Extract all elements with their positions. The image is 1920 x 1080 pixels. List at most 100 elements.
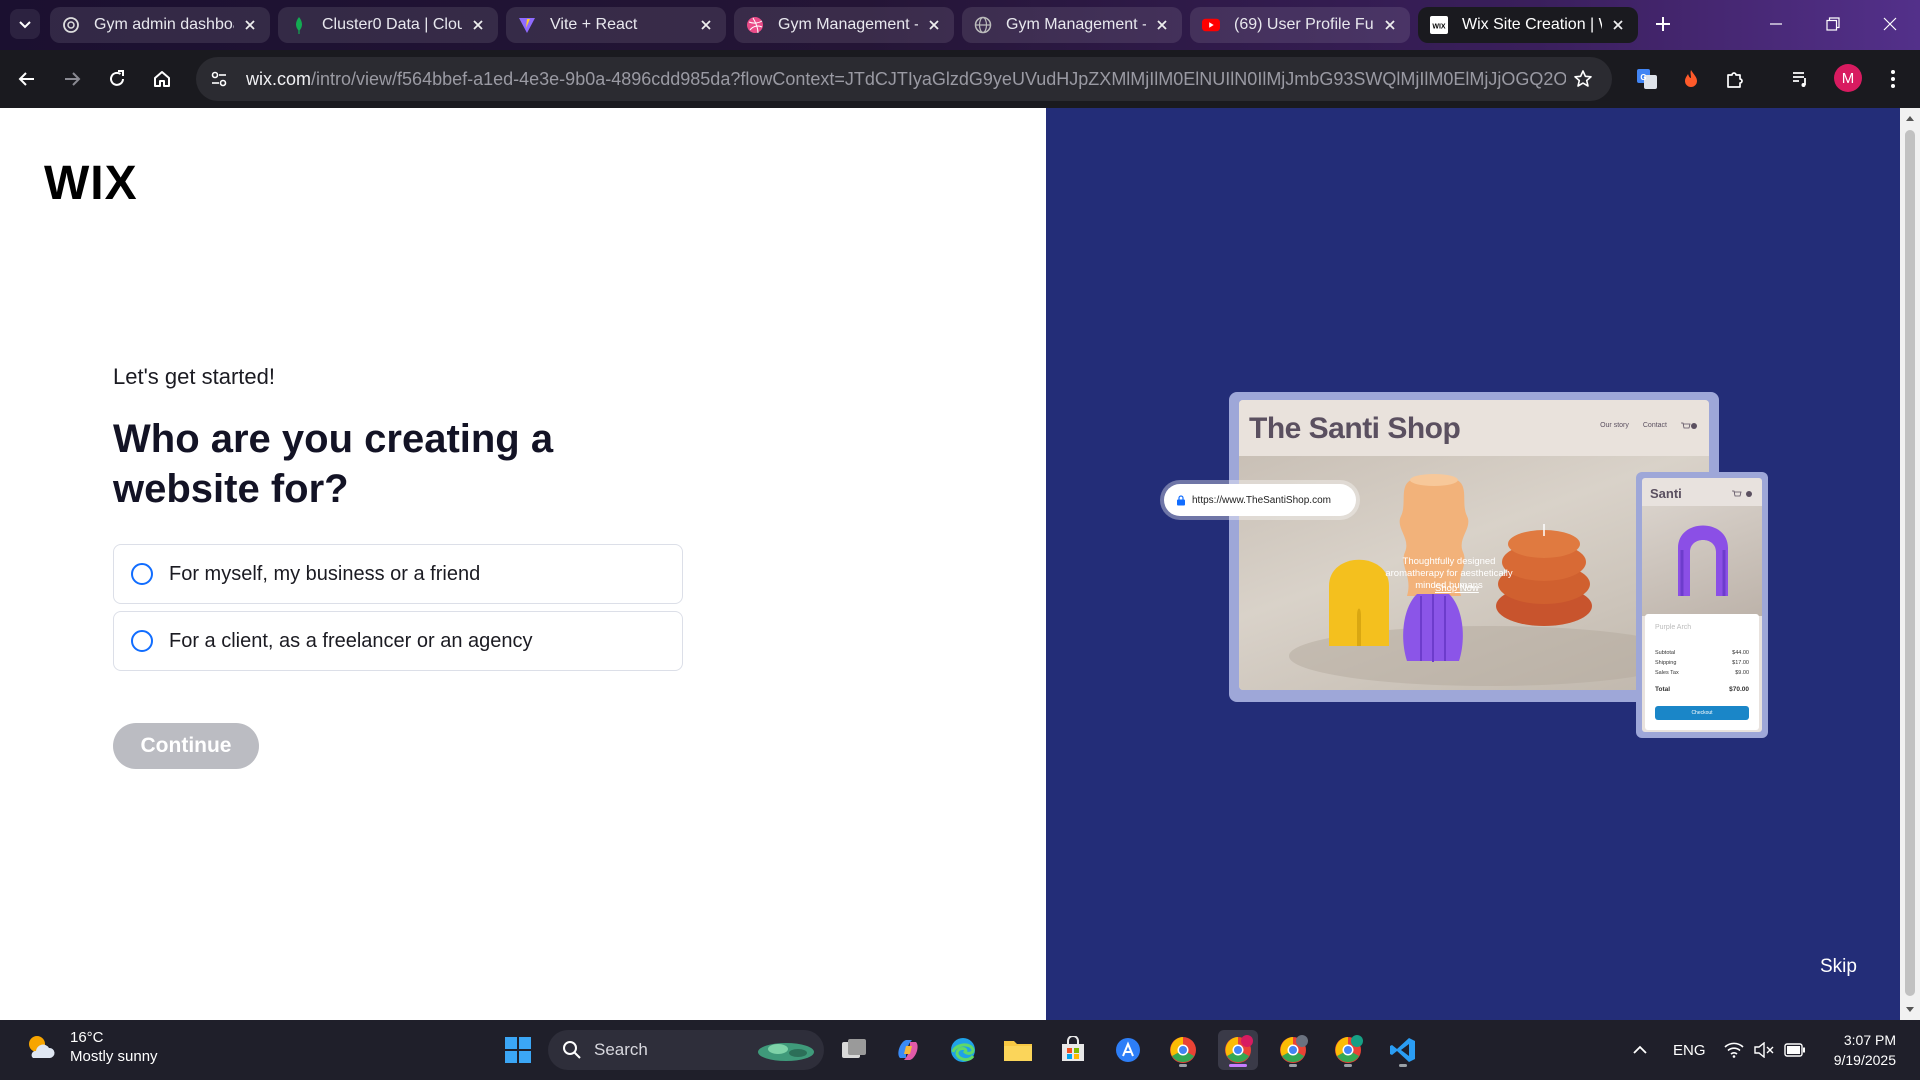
tab-gym-management-1[interactable]: Gym Management - — [734, 7, 954, 43]
battery-icon[interactable] — [1784, 1020, 1806, 1080]
cart-row-value: $17.00 — [1732, 660, 1749, 666]
tab-cluster0[interactable]: Cluster0 Data | Cloud — [278, 7, 498, 43]
taskbar-search[interactable]: Search — [548, 1030, 824, 1070]
task-view-button[interactable] — [834, 1030, 874, 1070]
language-indicator[interactable]: ENG — [1673, 1020, 1706, 1080]
cart-row-value: $9.00 — [1735, 670, 1749, 676]
tab-vite-react[interactable]: Vite + React — [506, 7, 726, 43]
url-text[interactable]: wix.com/intro/view/f564bbef-a1ed-4e3e-9b… — [246, 69, 1566, 90]
shop-nav-item: Contact — [1642, 422, 1667, 429]
close-window-button[interactable] — [1872, 10, 1908, 38]
chrome-profile-4[interactable] — [1328, 1030, 1368, 1070]
search-highlight-image — [758, 1043, 814, 1061]
phone-screen: Santi Purple Arch Subtotal $44.00 Shippin… — [1642, 478, 1762, 732]
tab-title: (69) User Profile Func — [1234, 16, 1374, 33]
forward-button[interactable] — [57, 64, 87, 94]
cart-icon — [1732, 490, 1752, 497]
active-indicator — [1229, 1064, 1247, 1067]
close-tab-icon[interactable] — [240, 15, 260, 35]
phone-shop-title: Santi — [1650, 486, 1682, 501]
skip-button[interactable]: Skip — [1820, 956, 1857, 978]
start-button[interactable] — [498, 1030, 538, 1070]
youtube-icon — [1202, 16, 1220, 34]
browser-menu-button[interactable] — [1878, 64, 1908, 94]
tab-wix-site-creation[interactable]: WIX Wix Site Creation | W — [1418, 7, 1638, 43]
tab-youtube[interactable]: (69) User Profile Func — [1190, 7, 1410, 43]
puzzle-icon — [1727, 72, 1743, 88]
option-myself[interactable]: For myself, my business or a friend — [113, 544, 683, 604]
app-store-icon — [1116, 1038, 1140, 1062]
running-indicator — [1344, 1064, 1352, 1067]
page-scrollbar[interactable] — [1900, 108, 1920, 1020]
page-title: Who are you creating a website for? — [113, 417, 554, 511]
openai-icon — [62, 16, 80, 34]
clock-date: 9/19/2025 — [1833, 1052, 1896, 1068]
onboarding-form-panel: WIX Let's get started! Who are you creat… — [0, 108, 1046, 1020]
new-tab-button[interactable] — [1648, 9, 1678, 39]
extension-button[interactable] — [1676, 64, 1706, 94]
svg-text:WIX: WIX — [1432, 24, 1446, 31]
cart-row-label: Subtotal — [1655, 650, 1676, 656]
radio-button[interactable] — [131, 563, 153, 585]
chrome-profile-2[interactable] — [1218, 1030, 1258, 1070]
continue-button[interactable]: Continue — [113, 723, 259, 769]
cart-total-label: Total — [1655, 686, 1671, 693]
close-tab-icon[interactable] — [1608, 15, 1628, 35]
copilot-button[interactable] — [888, 1030, 928, 1070]
close-tab-icon[interactable] — [1380, 15, 1400, 35]
bookmark-button[interactable] — [1568, 64, 1598, 94]
illustration-panel: The Santi Shop Our story Contact Thought… — [1046, 108, 1900, 1020]
address-bar[interactable]: wix.com/intro/view/f564bbef-a1ed-4e3e-9b… — [196, 57, 1612, 101]
chrome-profile-1[interactable] — [1163, 1030, 1203, 1070]
lock-icon — [1177, 494, 1185, 505]
tab-search-button[interactable] — [10, 9, 40, 39]
app-store-button[interactable] — [1108, 1030, 1148, 1070]
reload-button[interactable] — [102, 64, 132, 94]
chrome-profile-3[interactable] — [1273, 1030, 1313, 1070]
cart-row-value: $44.00 — [1732, 650, 1749, 656]
scrollbar-thumb[interactable] — [1905, 130, 1915, 996]
file-explorer-button[interactable] — [998, 1030, 1038, 1070]
close-tab-icon[interactable] — [696, 15, 716, 35]
media-controls-button[interactable] — [1786, 64, 1816, 94]
volume-muted-icon[interactable] — [1753, 1020, 1775, 1080]
minimize-button[interactable] — [1758, 10, 1794, 38]
globe-icon — [974, 16, 992, 34]
vscode-button[interactable] — [1383, 1030, 1423, 1070]
wifi-icon[interactable] — [1724, 1020, 1744, 1080]
edge-button[interactable] — [943, 1030, 983, 1070]
running-indicator — [1179, 1064, 1187, 1067]
mongodb-leaf-icon — [290, 16, 308, 34]
extensions-menu-button[interactable] — [1720, 64, 1750, 94]
microsoft-store-button[interactable] — [1053, 1030, 1093, 1070]
store-icon — [1062, 1036, 1084, 1061]
tab-gym-management-2[interactable]: Gym Management - — [962, 7, 1182, 43]
tab-title: Cluster0 Data | Cloud — [322, 16, 462, 33]
cart-row: Sales Tax $9.00 — [1655, 670, 1749, 676]
home-button[interactable] — [147, 64, 177, 94]
show-hidden-icons-button[interactable] — [1632, 1020, 1648, 1080]
scroll-down-icon[interactable] — [1905, 1006, 1915, 1014]
close-tab-icon[interactable] — [1152, 15, 1172, 35]
site-info-button[interactable] — [204, 64, 234, 94]
running-indicator — [1399, 1064, 1407, 1067]
scroll-up-icon[interactable] — [1905, 114, 1915, 122]
back-button[interactable] — [12, 64, 42, 94]
browser-toolbar: wix.com/intro/view/f564bbef-a1ed-4e3e-9b… — [0, 50, 1920, 108]
clock-time: 3:07 PM — [1843, 1032, 1896, 1048]
arrow-right-icon — [65, 72, 81, 86]
system-clock[interactable]: 3:07 PM 9/19/2025 — [1826, 1030, 1896, 1070]
translate-extension[interactable]: G — [1632, 64, 1662, 94]
option-client[interactable]: For a client, as a freelancer or an agen… — [113, 611, 683, 671]
weather-widget[interactable]: 16°C Mostly sunny — [24, 1028, 158, 1066]
shop-nav-item: Our story — [1600, 422, 1629, 429]
mockup-url: https://www.TheSantiShop.com — [1192, 494, 1331, 506]
close-tab-icon[interactable] — [468, 15, 488, 35]
chevron-up-icon — [1633, 1045, 1647, 1054]
profile-avatar[interactable]: M — [1834, 64, 1862, 92]
radio-button[interactable] — [131, 630, 153, 652]
tab-gym-admin[interactable]: Gym admin dashboa — [50, 7, 270, 43]
close-tab-icon[interactable] — [924, 15, 944, 35]
shop-header: The Santi Shop Our story Contact — [1239, 400, 1709, 456]
restore-button[interactable] — [1815, 10, 1851, 38]
